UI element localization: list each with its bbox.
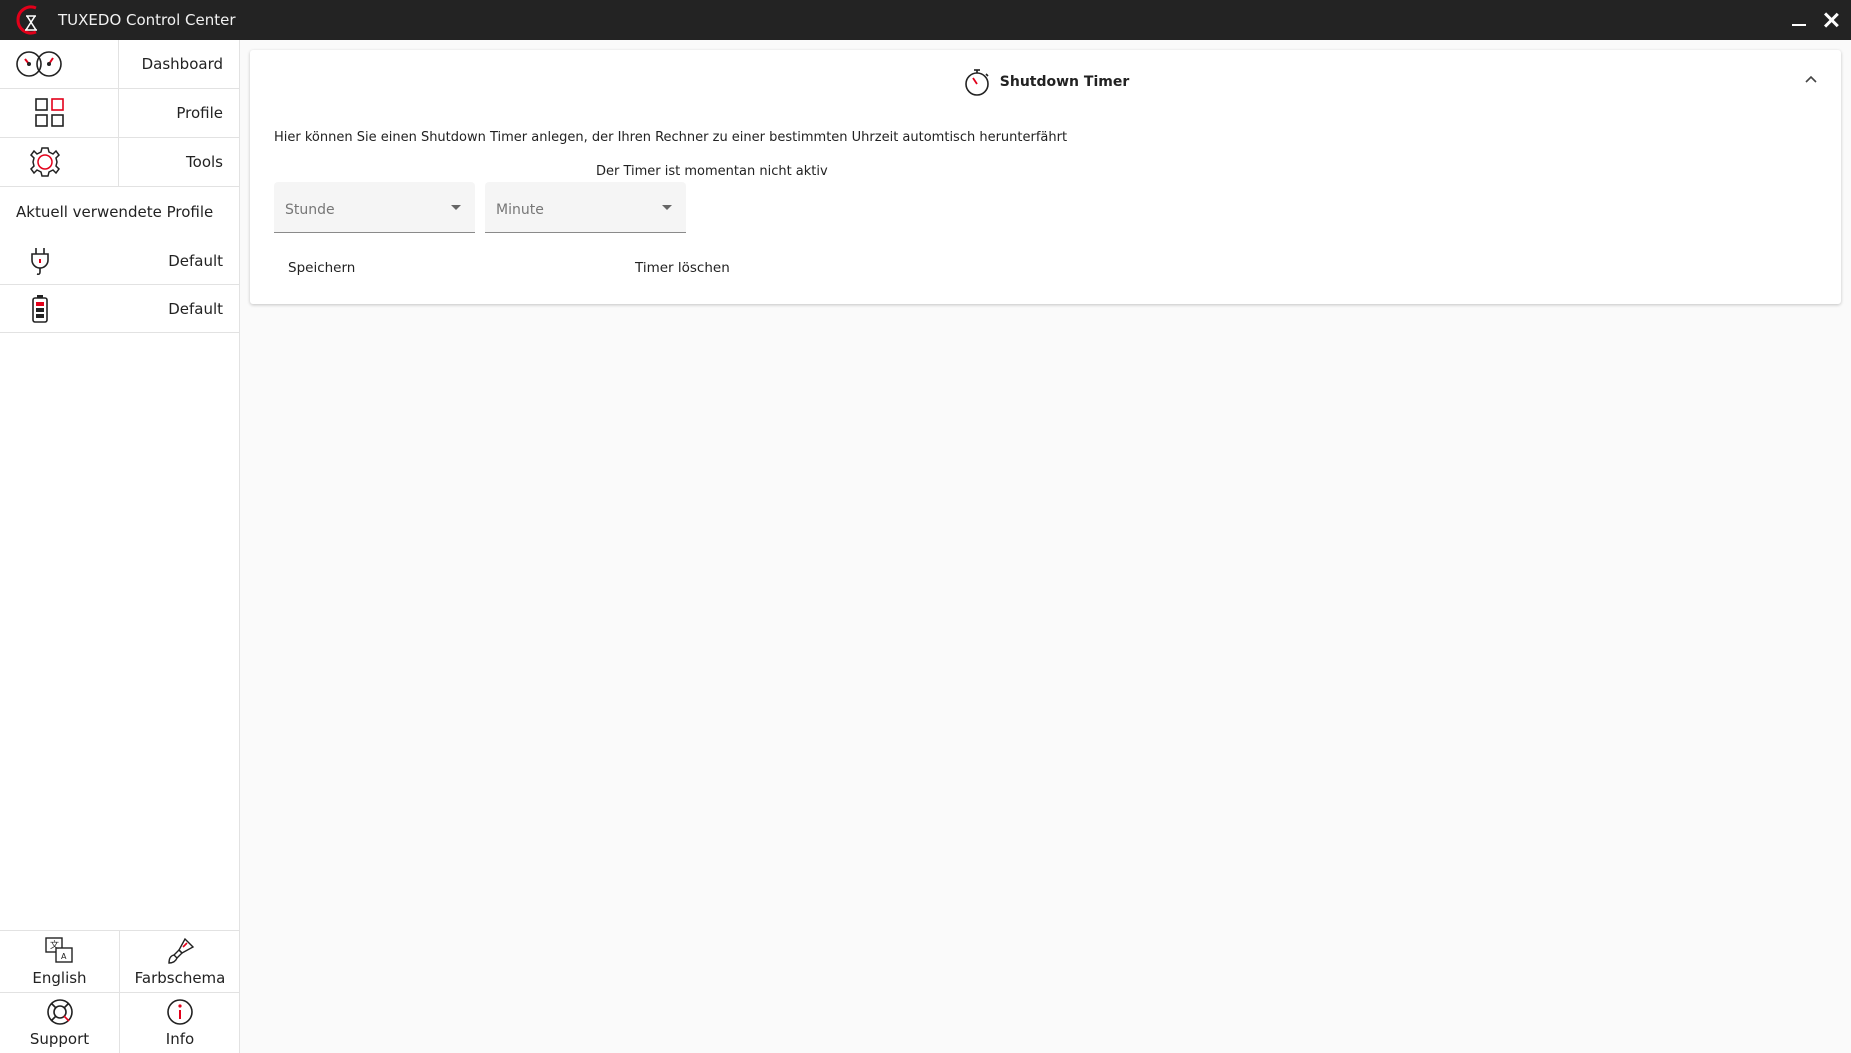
profile-item-label: Default [168, 251, 223, 270]
stopwatch-icon [964, 69, 989, 96]
sidebar-item-dashboard[interactable]: Dashboard [0, 40, 239, 89]
card-title: Shutdown Timer [999, 74, 1130, 90]
power-plug-icon [31, 247, 49, 275]
minute-select[interactable]: Minute [485, 182, 686, 233]
shutdown-timer-card: Shutdown Timer Hier können Sie einen Shu… [250, 50, 1841, 304]
clear-timer-button[interactable]: Timer löschen [621, 254, 744, 282]
lifebuoy-icon [46, 999, 73, 1025]
dropdown-arrow-icon [451, 205, 461, 210]
info-label: Info [165, 1030, 195, 1048]
sidebar-item-label: Profile [176, 104, 223, 122]
profile-item-battery[interactable]: Default [0, 285, 239, 333]
profile-item-ac[interactable]: Default [0, 237, 239, 285]
gear-icon [30, 147, 60, 177]
card-header[interactable]: Shutdown Timer [250, 50, 1841, 114]
card-description: Hier können Sie einen Shutdown Timer anl… [274, 130, 1068, 145]
grid-icon [35, 98, 64, 127]
speedometer-icon [16, 51, 62, 77]
sidebar: Dashboard Profile Tools Aktuell verwende… [0, 40, 240, 1053]
sidebar-item-profile[interactable]: Profile [0, 89, 239, 138]
translate-icon: 文 A [44, 936, 73, 963]
svg-text:文: 文 [50, 939, 59, 951]
minute-placeholder: Minute [496, 202, 544, 218]
close-button[interactable] [1823, 12, 1839, 28]
chevron-up-icon[interactable] [1803, 72, 1819, 88]
sidebar-item-tools[interactable]: Tools [0, 138, 239, 187]
hour-select[interactable]: Stunde [274, 182, 475, 233]
timer-status: Der Timer ist momentan nicht aktiv [596, 164, 828, 179]
brush-icon [168, 937, 195, 964]
dropdown-arrow-icon [662, 205, 672, 210]
language-label: English [32, 968, 87, 987]
info-button[interactable]: Info [120, 993, 240, 1053]
title-bar: TUXEDO Control Center [0, 0, 1851, 40]
hour-placeholder: Stunde [285, 202, 335, 218]
info-icon [167, 999, 193, 1025]
sidebar-item-label: Dashboard [141, 55, 223, 73]
language-button[interactable]: 文 A English [0, 931, 120, 992]
active-profiles-heading: Aktuell verwendete Profile [16, 203, 214, 221]
tuxedo-logo-icon [16, 5, 37, 35]
color-scheme-button[interactable]: Farbschema [120, 931, 240, 992]
battery-icon [32, 294, 48, 323]
window-title: TUXEDO Control Center [58, 11, 236, 29]
sidebar-bottom-menu: 文 A English Farbschema Support Info [0, 930, 240, 1053]
svg-text:A: A [61, 952, 67, 961]
support-label: Support [29, 1030, 90, 1048]
support-button[interactable]: Support [0, 993, 120, 1053]
profile-item-label: Default [168, 299, 223, 318]
color-scheme-label: Farbschema [134, 968, 226, 987]
sidebar-item-label: Tools [186, 153, 223, 171]
minimize-button[interactable] [1791, 12, 1807, 28]
save-button[interactable]: Speichern [274, 254, 369, 282]
